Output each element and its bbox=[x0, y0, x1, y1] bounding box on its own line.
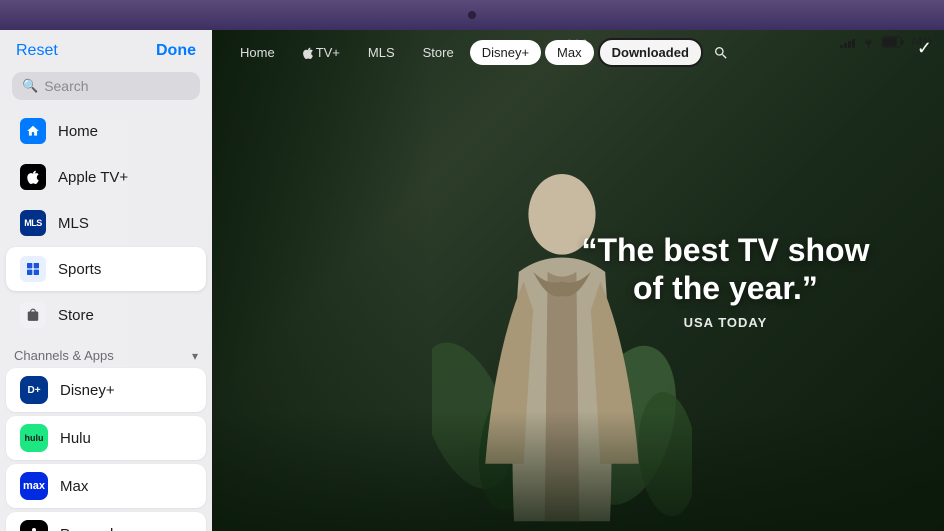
sidebar-item-hulu[interactable]: hulu Hulu bbox=[6, 416, 206, 460]
max-logo: max bbox=[20, 472, 48, 500]
home-icon bbox=[20, 118, 46, 144]
wifi-icon bbox=[861, 37, 876, 48]
tab-appletv[interactable]: TV+ bbox=[291, 40, 352, 65]
sidebar-header: Reset Done bbox=[0, 30, 212, 68]
three-dots-menu[interactable]: ••• bbox=[567, 34, 590, 52]
sidebar-item-store-label: Store bbox=[58, 307, 94, 324]
sports-icon bbox=[20, 256, 46, 282]
search-icon: 🔍 bbox=[22, 78, 38, 94]
hero-text-container: “The best TV show of the year.” USA TODA… bbox=[565, 231, 885, 331]
veg-left bbox=[212, 30, 432, 531]
sidebar-item-appletv[interactable]: Apple TV+ bbox=[6, 155, 206, 199]
channels-apps-section-header[interactable]: Channels & Apps ▾ bbox=[0, 338, 212, 367]
sidebar-item-disney[interactable]: D+ Disney+ bbox=[6, 368, 206, 412]
mls-icon: MLS bbox=[20, 210, 46, 236]
done-button[interactable]: Done bbox=[156, 42, 196, 60]
tab-mls[interactable]: MLS bbox=[356, 40, 407, 65]
hero-quote: “The best TV show of the year.” bbox=[565, 231, 885, 308]
search-placeholder: Search bbox=[44, 78, 88, 94]
battery-icon bbox=[882, 36, 904, 48]
sidebar-item-mls-label: MLS bbox=[58, 215, 89, 232]
hero-background: “The best TV show of the year.” USA TODA… bbox=[212, 30, 944, 531]
app-container: Reset Done 🔍 Search Home Apple TV+ bbox=[0, 30, 944, 531]
sidebar-item-disney-label: Disney+ bbox=[60, 382, 115, 399]
sidebar-nav: Home Apple TV+ MLS MLS Sports bbox=[0, 108, 212, 531]
peacock-logo bbox=[20, 520, 48, 531]
device-top-bar bbox=[0, 0, 944, 30]
search-tab[interactable] bbox=[707, 39, 735, 67]
sidebar-item-max[interactable]: max Max bbox=[6, 464, 206, 508]
sidebar-item-home-label: Home bbox=[58, 123, 98, 140]
checkmark-icon[interactable]: ✓ bbox=[917, 38, 932, 59]
sidebar-item-peacock[interactable]: Peacock bbox=[6, 512, 206, 531]
disney-logo: D+ bbox=[20, 376, 48, 404]
main-content: “The best TV show of the year.” USA TODA… bbox=[212, 30, 944, 531]
sidebar-item-peacock-label: Peacock bbox=[60, 526, 118, 531]
sidebar-item-max-label: Max bbox=[60, 478, 88, 495]
sidebar-item-sports-label: Sports bbox=[58, 261, 101, 278]
sidebar-item-mls[interactable]: MLS MLS bbox=[6, 201, 206, 245]
sidebar-item-appletv-label: Apple TV+ bbox=[58, 169, 128, 186]
hulu-logo: hulu bbox=[20, 424, 48, 452]
signal-strength-icon bbox=[840, 36, 855, 48]
sidebar: Reset Done 🔍 Search Home Apple TV+ bbox=[0, 30, 212, 531]
sidebar-item-store[interactable]: Store bbox=[6, 293, 206, 337]
store-icon bbox=[20, 302, 46, 328]
tab-store[interactable]: Store bbox=[411, 40, 466, 65]
tab-downloaded[interactable]: Downloaded bbox=[598, 38, 703, 67]
sidebar-item-sports[interactable]: Sports bbox=[6, 247, 206, 291]
sidebar-item-home[interactable]: Home bbox=[6, 109, 206, 153]
sidebar-search[interactable]: 🔍 Search bbox=[12, 72, 200, 100]
channels-apps-label: Channels & Apps bbox=[14, 348, 114, 363]
tab-disney-plus[interactable]: Disney+ bbox=[470, 40, 541, 65]
sidebar-item-hulu-label: Hulu bbox=[60, 430, 91, 447]
tab-home[interactable]: Home bbox=[228, 40, 287, 65]
hero-source: USA TODAY bbox=[565, 315, 885, 330]
device-camera bbox=[468, 11, 476, 19]
reset-button[interactable]: Reset bbox=[16, 42, 58, 60]
appletv-icon bbox=[20, 164, 46, 190]
channels-apps-chevron-icon: ▾ bbox=[192, 349, 198, 363]
